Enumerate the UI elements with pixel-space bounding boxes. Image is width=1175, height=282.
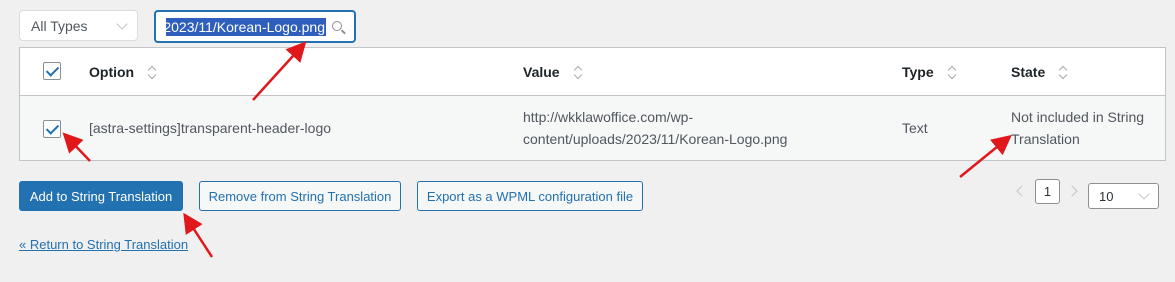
column-type-label: Type bbox=[902, 64, 934, 80]
chevron-down-icon bbox=[1138, 188, 1150, 200]
export-wpml-config-button[interactable]: Export as a WPML configuration file bbox=[417, 181, 643, 211]
row-value-line: content/uploads/2023/11/Korean-Logo.png bbox=[523, 131, 788, 147]
per-page-value: 10 bbox=[1099, 188, 1114, 204]
search-icon[interactable] bbox=[332, 21, 342, 31]
row-value-line: http://wkklawoffice.com/wp- bbox=[523, 109, 694, 125]
type-filter-label: All Types bbox=[31, 17, 88, 34]
remove-from-string-translation-button[interactable]: Remove from String Translation bbox=[199, 181, 401, 211]
sort-icon bbox=[148, 65, 156, 79]
chevron-down-icon bbox=[116, 17, 128, 30]
column-option[interactable]: Option bbox=[89, 64, 156, 80]
table-row: [astra-settings]transparent-header-logo … bbox=[20, 96, 1165, 160]
row-value: http://wkklawoffice.com/wp- content/uplo… bbox=[523, 106, 787, 150]
row-option: [astra-settings]transparent-header-logo bbox=[89, 120, 332, 136]
return-to-string-translation-link[interactable]: « Return to String Translation bbox=[19, 237, 188, 252]
next-page-icon[interactable] bbox=[1066, 185, 1078, 197]
current-page[interactable]: 1 bbox=[1035, 179, 1060, 204]
type-filter-select[interactable]: All Types bbox=[19, 10, 138, 41]
column-value-label: Value bbox=[523, 64, 560, 80]
column-type[interactable]: Type bbox=[902, 64, 956, 80]
add-to-string-translation-button[interactable]: Add to String Translation bbox=[19, 181, 183, 211]
select-all-checkbox[interactable] bbox=[43, 62, 61, 80]
column-option-label: Option bbox=[89, 64, 135, 80]
row-state-line: Translation bbox=[1011, 131, 1080, 147]
pagination: 1 bbox=[1035, 179, 1060, 204]
prev-page-icon[interactable] bbox=[1016, 185, 1028, 197]
annotation-arrow bbox=[183, 212, 214, 258]
column-state-label: State bbox=[1011, 64, 1046, 80]
search-input[interactable]: 2023/11/Korean-Logo.png bbox=[154, 10, 356, 43]
row-type: Text bbox=[902, 120, 928, 136]
search-input-value: 2023/11/Korean-Logo.png bbox=[166, 18, 325, 35]
row-state-line: Not included in String bbox=[1011, 109, 1145, 125]
options-table: Option Value Type State [astra-settings]… bbox=[19, 47, 1166, 161]
column-value[interactable]: Value bbox=[523, 64, 582, 80]
sort-icon bbox=[1059, 65, 1067, 79]
per-page-select[interactable]: 10 bbox=[1088, 183, 1159, 209]
column-state[interactable]: State bbox=[1011, 64, 1067, 80]
table-header: Option Value Type State bbox=[20, 48, 1165, 96]
row-checkbox[interactable] bbox=[43, 120, 61, 138]
sort-icon bbox=[574, 65, 582, 79]
row-state: Not included in String Translation bbox=[1011, 106, 1144, 150]
sort-icon bbox=[948, 65, 956, 79]
